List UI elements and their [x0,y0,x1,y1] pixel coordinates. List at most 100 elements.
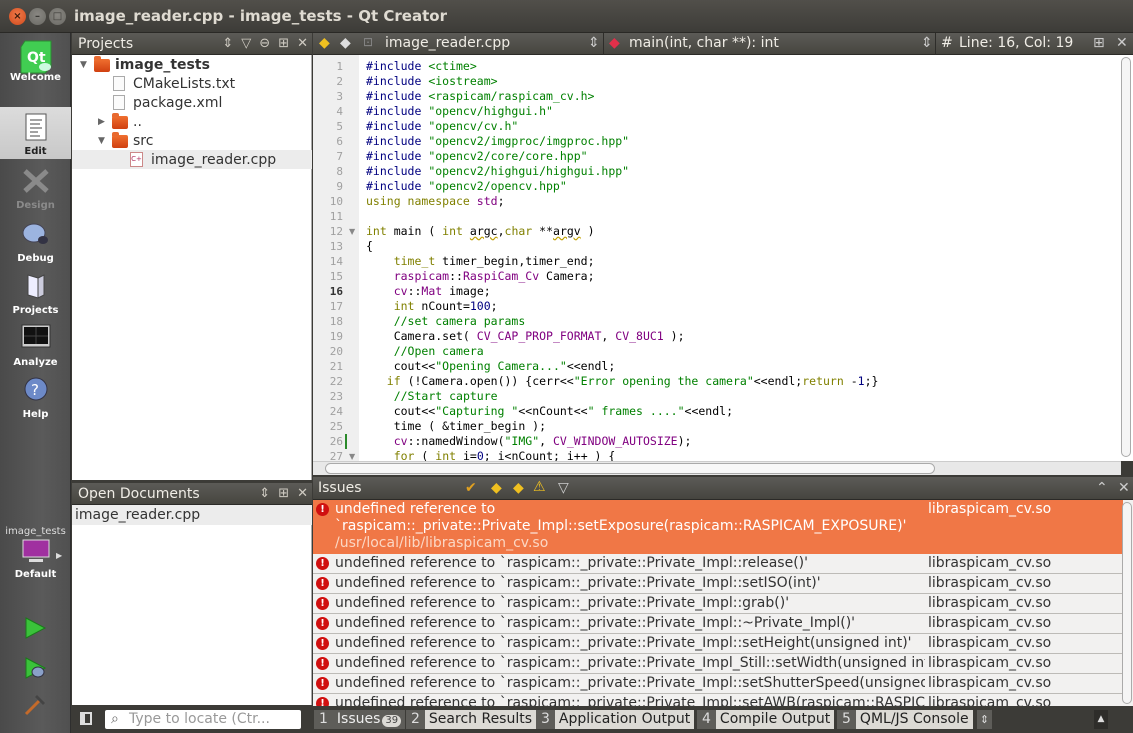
expand-arrow-icon[interactable]: ▼ [80,60,87,70]
fold-marker-icon[interactable]: ▼ [349,452,355,461]
code-line[interactable]: //set camera params [366,314,526,329]
tree-item-folder[interactable]: ▼ src [72,131,312,150]
scrollbar-thumb[interactable] [325,463,935,474]
mode-analyze[interactable]: Analyze [0,318,71,370]
close-editor-icon[interactable]: ✕ [1116,35,1128,51]
code-editor[interactable]: 1 2 3 4 5 6 7 8 9 10 11 12 ▼ 13 14 15 16 17 18 19 20 21 22 23 24… [313,55,1133,461]
code-line[interactable]: { [366,239,373,254]
code-line[interactable]: if (!Camera.open()) {cerr<<"Error openin… [366,374,879,389]
editor-horizontal-scrollbar[interactable] [313,461,1121,475]
code-line[interactable]: #include "opencv2/core/core.hpp" [366,149,588,164]
issue-row[interactable]: ! undefined reference to `raspicam::_priv… [313,634,1123,654]
code-line[interactable]: #include "opencv2/highgui/highgui.hpp" [366,164,629,179]
mode-design[interactable]: Design [0,161,71,213]
code-line[interactable]: Camera.set( CV_CAP_PROP_FORMAT, CV_8UC1 … [366,329,685,344]
close-panel-icon[interactable]: ✕ [297,486,308,501]
collapse-arrow-icon[interactable]: ▶ [98,117,105,127]
symbol-selector-arrows-icon[interactable]: ⇕ [921,35,933,51]
mode-edit[interactable]: Edit [0,107,71,159]
run-button[interactable] [23,616,47,644]
filter-icon[interactable]: ▽ [241,36,251,51]
split-icon[interactable]: ⊞ [278,36,289,51]
symbol-selector[interactable]: main(int, char **): int [629,35,779,51]
cursor-position[interactable]: Line: 16, Col: 19 [959,35,1073,51]
next-item-icon[interactable]: ◆ [513,480,524,496]
split-icon[interactable]: ⊞ [278,486,289,501]
issue-row[interactable]: ! undefined reference to `raspicam::_priv… [313,574,1123,594]
code-line[interactable]: cv::Mat image; [366,284,491,299]
toggle-output-pane-icon[interactable]: ▲ [1094,710,1108,729]
back-arrow-icon[interactable]: ◆ [319,35,330,51]
code-line[interactable]: using namespace std; [366,194,505,209]
issue-row[interactable]: ! undefined reference to `raspicam::_priv… [313,654,1123,674]
code-line[interactable]: #include "opencv/highgui.h" [366,104,553,119]
minimize-window-button[interactable]: – [29,8,46,25]
filter-icon[interactable]: ▽ [558,480,569,496]
close-panel-icon[interactable]: ✕ [297,36,308,51]
code-line[interactable]: cv::namedWindow("IMG", CV_WINDOW_AUTOSIZ… [366,434,692,449]
sync-link-icon[interactable]: ⊖ [259,36,270,51]
code-line[interactable]: int nCount=100; [366,299,498,314]
kit-selector[interactable]: image_tests ▶ Default [0,525,71,593]
output-tab-search-results[interactable]: 2 Search Results [406,710,537,729]
tree-item-project[interactable]: ▼ image_tests [72,55,312,74]
close-window-button[interactable]: × [9,8,26,25]
tree-item-file[interactable]: CMakeLists.txt [72,74,312,93]
close-pane-icon[interactable]: ✕ [1118,480,1130,496]
file-selector[interactable]: image_reader.cpp [385,35,510,51]
previous-item-icon[interactable]: ◆ [491,480,502,496]
tree-item-folder[interactable]: ▶ .. [72,112,312,131]
mode-help[interactable]: ? Help [0,370,71,422]
expand-arrow-icon[interactable]: ▼ [98,136,105,146]
view-selector-arrows-icon[interactable]: ⇕ [222,36,233,51]
more-tabs-arrows-icon[interactable]: ⇕ [977,710,992,729]
mode-projects[interactable]: Projects [0,266,71,318]
code-line[interactable]: #include "opencv2/imgproc/imgproc.hpp" [366,134,629,149]
tree-item-file-selected[interactable]: C+ image_reader.cpp [72,150,312,169]
editor-vertical-scrollbar[interactable] [1121,57,1131,457]
mode-welcome[interactable]: Qt Welcome [0,33,71,85]
output-tab-qml-console[interactable]: 5 QML/JS Console [837,710,973,729]
maximize-window-button[interactable]: □ [49,8,66,25]
code-line[interactable]: //Start capture [366,389,498,404]
code-line[interactable]: #include <ctime> [366,59,477,74]
file-selector-arrows-icon[interactable]: ⇕ [588,35,600,51]
code-line[interactable]: #include <raspicam/raspicam_cv.h> [366,89,594,104]
output-tab-application-output[interactable]: 3 Application Output [536,710,695,729]
code-line[interactable]: int main ( int argc,char **argv ) [366,224,595,239]
lock-file-icon[interactable]: ⊡ [363,35,373,49]
issue-row[interactable]: ! undefined reference to `raspicam::_priv… [313,594,1123,614]
output-tab-compile-output[interactable]: 4 Compile Output [697,710,835,729]
build-button[interactable] [23,693,47,721]
code-line[interactable]: time ( &timer_begin ); [366,419,546,434]
code-line[interactable]: cout<<"Opening Camera..."<<endl; [366,359,616,374]
fold-marker-icon[interactable]: ▼ [349,227,355,236]
tree-item-file[interactable]: package.xml [72,93,312,112]
code-line[interactable]: #include "opencv2/opencv.hpp" [366,179,567,194]
mode-debug[interactable]: Debug [0,214,71,266]
output-tab-issues[interactable]: 1 Issues 39 [314,710,406,729]
issue-row[interactable]: ! undefined reference to `raspicam::_priv… [313,674,1123,694]
split-editor-icon[interactable]: ⊞ [1093,35,1105,51]
code-line[interactable]: #include <iostream> [366,74,498,89]
maximize-pane-icon[interactable]: ⌃ [1096,480,1108,496]
code-line[interactable]: for ( int i=0; i<nCount; i++ ) { [366,449,616,461]
issue-row[interactable]: ! undefined reference to `raspicam::_priv… [313,500,1123,554]
locator-input[interactable]: ⌕ Type to locate (Ctr... [105,710,301,729]
toggle-sidebar-icon[interactable] [80,712,92,725]
show-warnings-filter-icon[interactable]: ✔ [465,480,477,496]
code-line[interactable]: #include "opencv/cv.h" [366,119,518,134]
open-document-item[interactable]: image_reader.cpp [72,505,312,525]
issue-row[interactable]: ! undefined reference to `raspicam::_priv… [313,554,1123,574]
forward-arrow-icon[interactable]: ◆ [340,35,351,51]
issues-vertical-scrollbar[interactable] [1122,502,1132,704]
code-line[interactable]: time_t timer_begin,timer_end; [366,254,595,269]
code-line[interactable]: raspicam::RaspiCam_Cv Camera; [366,269,595,284]
view-selector-arrows-icon[interactable]: ⇕ [259,486,270,501]
issue-row[interactable]: ! undefined reference to `raspicam::_priv… [313,614,1123,634]
debug-run-button[interactable] [23,656,47,684]
issue-row[interactable]: ! undefined reference to `raspicam::_priv… [313,694,1123,706]
warning-filter-icon[interactable]: ⚠ [533,479,546,495]
code-line[interactable]: cout<<"Capturing "<<nCount<<" frames ...… [366,404,733,419]
code-line[interactable]: //Open camera [366,344,484,359]
